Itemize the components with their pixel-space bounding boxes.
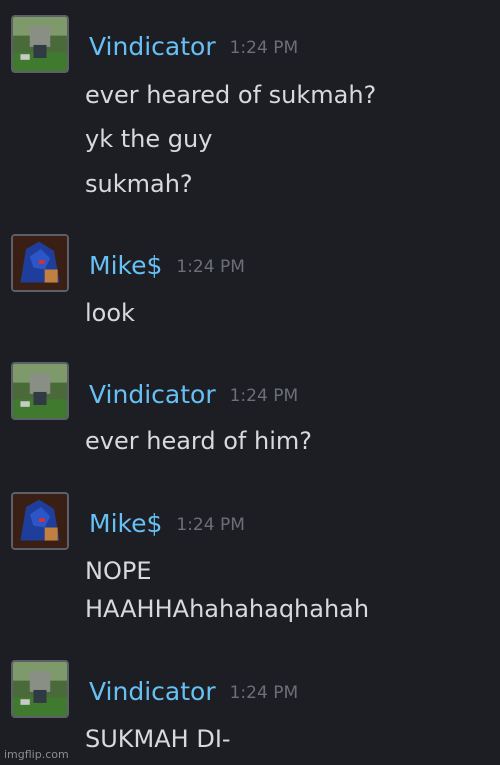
message-text: HAAHHAhahahaqhahah [85,595,370,623]
username-text[interactable]: Vindicator [89,32,216,61]
message-text: yk the guy [85,125,213,153]
timestamp: 1:24 PM [229,38,299,58]
timestamp: 1:24 PM [176,515,245,535]
mike-avatar-icon[interactable] [11,492,69,550]
mike-avatar-icon[interactable] [11,234,69,292]
vindicator-avatar-icon[interactable] [11,660,69,718]
message-text: SUKMAH DI- [85,725,231,753]
username[interactable]: Mike$ 1:24 PM [89,509,245,540]
watermark: imgflip.com [4,748,69,761]
username[interactable]: Vindicator 1:24 PM [89,32,298,63]
timestamp: 1:24 PM [176,257,245,277]
username-text[interactable]: Mike$ [89,509,162,538]
timestamp: 1:24 PM [229,386,299,406]
username-text[interactable]: Vindicator [89,380,216,409]
username[interactable]: Vindicator 1:24 PM [89,380,298,411]
message-text: ever heared of sukmah? [85,81,377,109]
vindicator-avatar-icon[interactable] [11,15,69,73]
message-text: sukmah? [85,170,193,198]
timestamp: 1:24 PM [229,683,299,703]
message-text: ever heard of him? [85,427,312,455]
username-text[interactable]: Mike$ [89,251,162,280]
username[interactable]: Vindicator 1:24 PM [89,677,298,708]
username[interactable]: Mike$ 1:24 PM [89,251,245,282]
vindicator-avatar-icon[interactable] [11,362,69,420]
message-text: NOPE [85,557,152,585]
username-text[interactable]: Vindicator [89,677,216,706]
message-text: look [85,299,135,327]
